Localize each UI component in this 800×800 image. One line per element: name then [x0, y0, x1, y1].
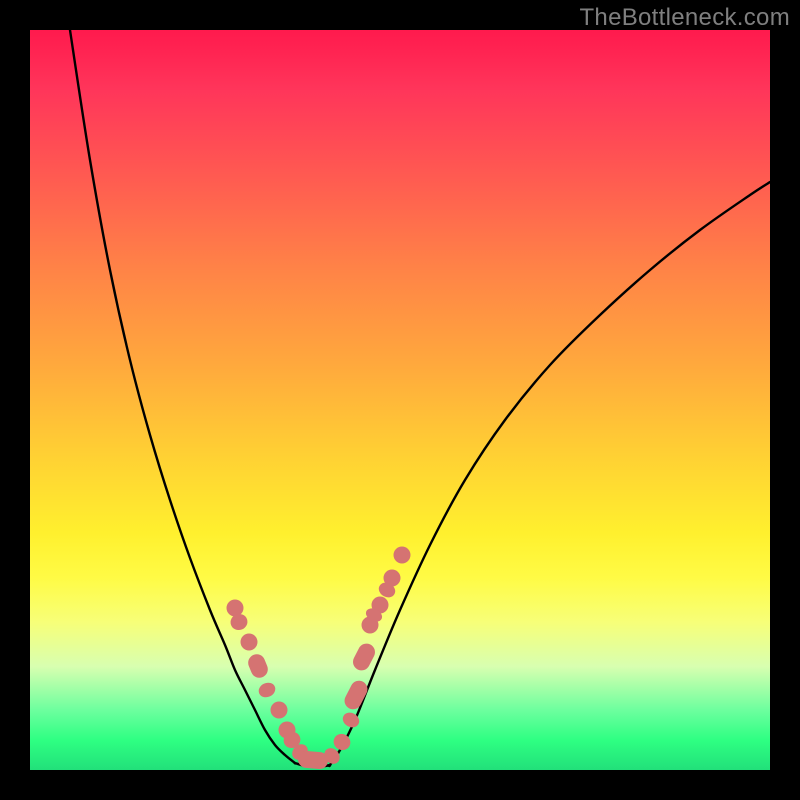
data-markers [227, 547, 411, 770]
bottleneck-curve [70, 30, 770, 767]
data-segment [256, 680, 277, 700]
chart-area [30, 30, 770, 770]
data-segment [350, 641, 378, 674]
bottleneck-curve-plot [30, 30, 770, 770]
data-point [271, 702, 288, 719]
watermark-text: TheBottleneck.com [579, 4, 790, 32]
data-point [241, 634, 258, 651]
data-point [394, 547, 411, 564]
data-segment [246, 652, 271, 681]
data-point [227, 600, 244, 617]
data-segment [297, 750, 328, 770]
